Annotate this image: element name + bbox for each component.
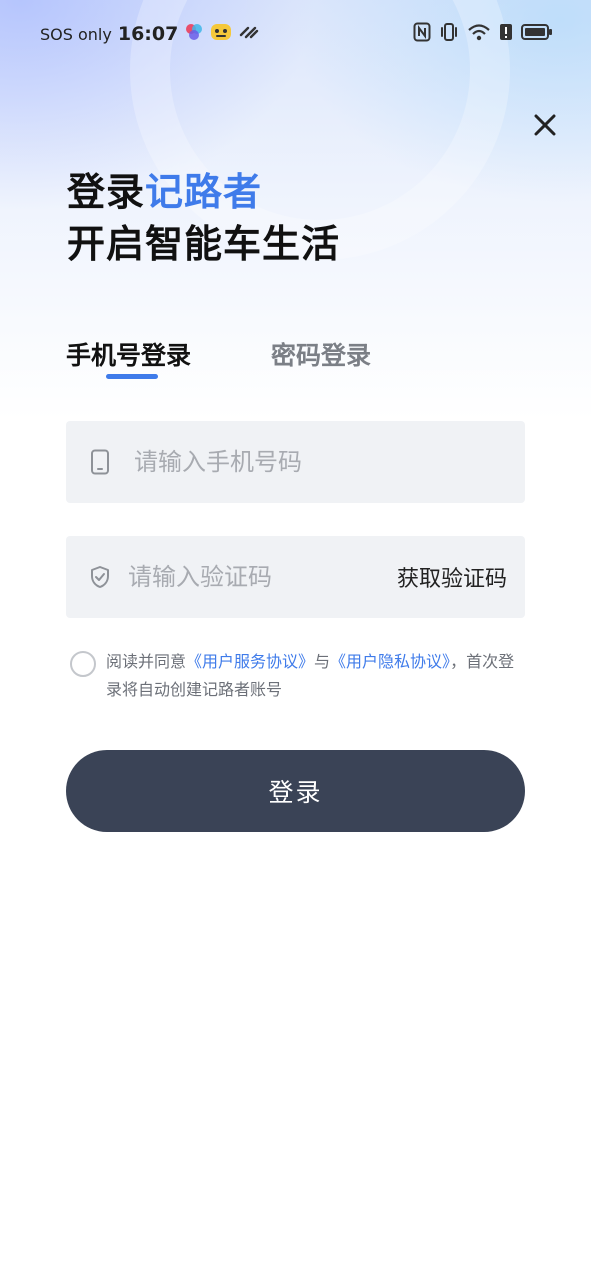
page-title: 登录记路者 开启智能车生活 [67,166,340,270]
link-notification-icon [238,23,260,45]
status-bar: SOS only 16:07 [0,0,591,66]
status-right [413,22,553,42]
app-notification-icon [184,22,204,46]
nfc-icon [413,22,431,42]
phone-input[interactable] [132,447,525,477]
agreement-row: 阅读并同意《用户服务协议》与《用户隐私协议》，首次登录将自动创建记路者账号 [70,648,516,704]
agreement-prefix: 阅读并同意 [106,652,187,671]
title-prefix: 登录 [67,170,146,214]
tab-phone-login[interactable]: 手机号登录 [66,336,192,379]
active-tab-indicator [106,374,158,379]
title-line: 登录记路者 [67,166,340,218]
agreement-checkbox[interactable] [70,651,96,677]
phone-icon [88,449,112,475]
carrier-text: SOS only [40,24,112,44]
get-code-button[interactable]: 获取验证码 [397,561,507,593]
agreement-text: 阅读并同意《用户服务协议》与《用户隐私协议》，首次登录将自动创建记路者账号 [106,648,516,704]
close-icon [534,114,556,136]
privacy-link[interactable]: 《用户隐私协议》 [330,652,450,671]
login-button[interactable]: 登录 [66,750,525,832]
tab-label: 密码登录 [271,341,372,370]
phone-field [66,421,525,503]
battery-icon [521,23,553,41]
agreement-connector: 与 [314,652,331,671]
login-tabs: 手机号登录 密码登录 [66,336,371,379]
subtitle: 开启智能车生活 [67,222,341,266]
code-field: 获取验证码 [66,536,525,618]
brand-name: 记路者 [145,170,263,214]
vibrate-icon [439,22,459,42]
sim-alert-icon [499,22,513,42]
tab-password-login[interactable]: 密码登录 [271,336,371,376]
clock: 16:07 [117,23,179,45]
tab-label: 手机号登录 [66,341,192,370]
user-service-link[interactable]: 《用户服务协议》 [186,652,314,671]
close-button[interactable] [530,110,560,140]
emoji-notification-icon [210,22,232,46]
status-left: SOS only 16:07 [40,22,260,46]
shield-check-icon [88,565,112,589]
wifi-icon [467,22,491,42]
code-input[interactable] [126,562,397,592]
